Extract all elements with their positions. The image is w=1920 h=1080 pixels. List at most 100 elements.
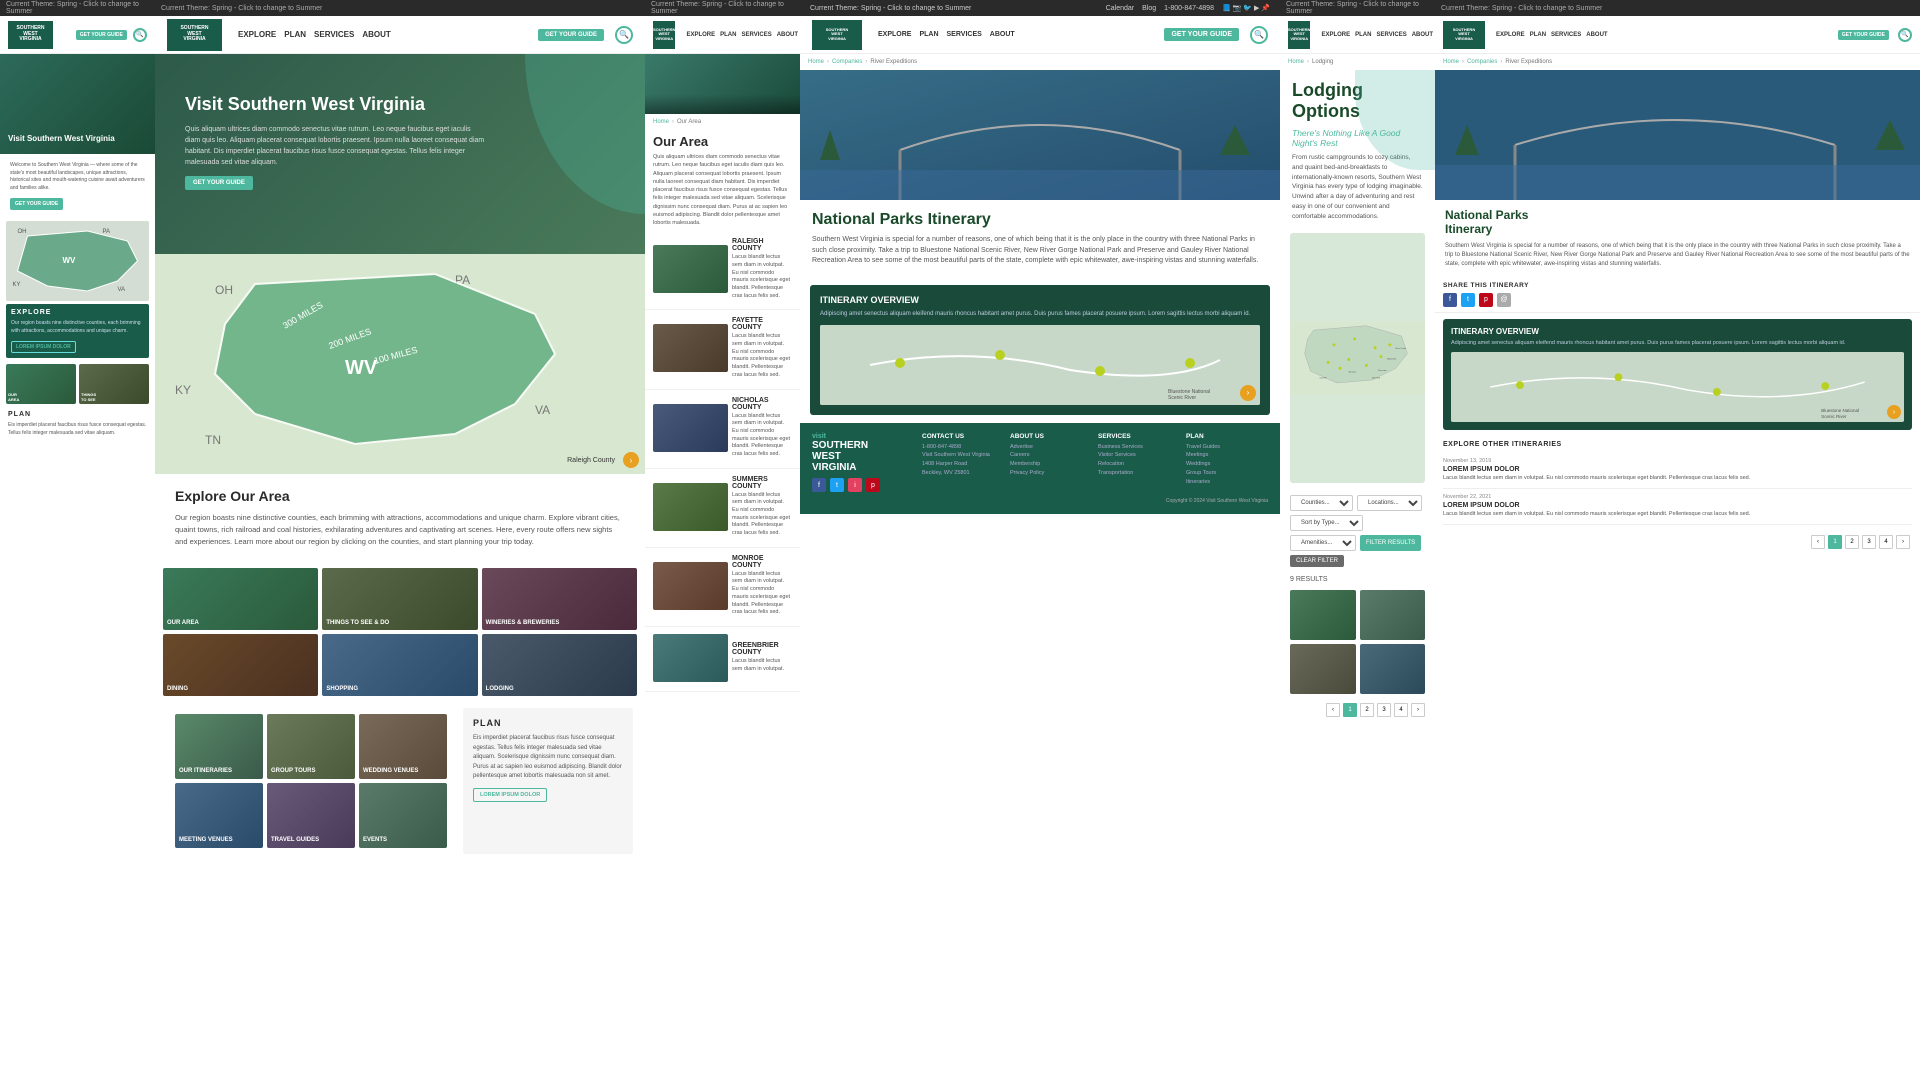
card-wineries-p2[interactable]: WINERIES & BREWERIES bbox=[482, 568, 637, 630]
plan-lorem-btn-p2[interactable]: LOREM IPSUM DOLOR bbox=[473, 788, 547, 802]
footer-fb-icon[interactable]: f bbox=[812, 478, 826, 492]
nav-links-p3: EXPLORE PLAN SERVICES ABOUT bbox=[686, 32, 798, 38]
bottom-card-travel[interactable]: TRAVEL GUIDES bbox=[267, 783, 355, 848]
county-info-raleigh: RALEIGH COUNTY Lacus blandit lectus sem … bbox=[732, 238, 792, 300]
nav-explore-p4[interactable]: EXPLORE bbox=[878, 31, 911, 38]
nav-explore-p3[interactable]: EXPLORE bbox=[686, 32, 715, 38]
amenities-filter[interactable]: Amenities... bbox=[1290, 535, 1356, 551]
county-header-raleigh: RALEIGH COUNTY Lacus blandit lectus sem … bbox=[653, 238, 792, 300]
filter-bar: Counties... Locations... Sort by Type...… bbox=[1280, 489, 1435, 573]
svg-text:Oak Hill: Oak Hill bbox=[1319, 378, 1327, 380]
card-things-p1[interactable]: THINGSTO SEE bbox=[79, 364, 149, 404]
nav-plan-p2[interactable]: PLAN bbox=[284, 30, 306, 39]
footer-tw-icon[interactable]: t bbox=[830, 478, 844, 492]
page-btn-2[interactable]: 2 bbox=[1360, 703, 1374, 717]
nav-about-p2[interactable]: ABOUT bbox=[362, 30, 390, 39]
page-btn-1-p6[interactable]: 1 bbox=[1828, 535, 1842, 549]
county-info-summers: SUMMERS COUNTY Lacus blandit lectus sem … bbox=[732, 476, 792, 538]
nav-services-p6[interactable]: SERVICES bbox=[1551, 32, 1581, 38]
share-pi-p6[interactable]: p bbox=[1479, 293, 1493, 307]
page-next-btn[interactable]: › bbox=[1411, 703, 1425, 717]
footer-p4: visit SOUTHERNWESTVIRGINIA f t i p CONTA… bbox=[800, 423, 1280, 515]
footer-ig-icon[interactable]: i bbox=[848, 478, 862, 492]
lodging-result-1[interactable] bbox=[1290, 590, 1356, 640]
lodging-result-2[interactable] bbox=[1360, 590, 1426, 640]
card-our-area-p2[interactable]: OUR AREA bbox=[163, 568, 318, 630]
page-btn-4-p6[interactable]: 4 bbox=[1879, 535, 1893, 549]
share-tw-p6[interactable]: t bbox=[1461, 293, 1475, 307]
bottom-card-events[interactable]: EVENTS bbox=[359, 783, 447, 848]
county-item-monroe: MONROE COUNTY Lacus blandit lectus sem d… bbox=[645, 548, 800, 627]
panel-lodging: Current Theme: Spring - Click to change … bbox=[1280, 0, 1435, 1080]
search-icon-p1[interactable]: 🔍 bbox=[133, 28, 147, 42]
nav-services-p3[interactable]: SERVICES bbox=[741, 32, 771, 38]
breadcrumb-home-p4[interactable]: Home bbox=[808, 59, 824, 65]
share-em-p6[interactable]: @ bbox=[1497, 293, 1511, 307]
nav-about-p5[interactable]: ABOUT bbox=[1412, 32, 1433, 38]
page-prev-btn-p6[interactable]: ‹ bbox=[1811, 535, 1825, 549]
county-filter[interactable]: Counties... bbox=[1290, 495, 1353, 511]
card-things-p2[interactable]: THINGS TO SEE & DO bbox=[322, 568, 477, 630]
get-guide-btn-p2[interactable]: GET YOUR GUIDE bbox=[538, 29, 604, 41]
filter-results-btn[interactable]: FILTER RESULTS bbox=[1360, 535, 1421, 551]
bottom-card-group[interactable]: GROUP TOURS bbox=[267, 714, 355, 779]
page-btn-3[interactable]: 3 bbox=[1377, 703, 1391, 717]
page-next-btn-p6[interactable]: › bbox=[1896, 535, 1910, 549]
card-dining-p2[interactable]: DINING bbox=[163, 634, 318, 696]
breadcrumb-companies-p6[interactable]: Companies bbox=[1467, 59, 1497, 65]
plan-text-box: PLAN Eis imperdiet placerat faucibus ris… bbox=[463, 708, 633, 854]
np-hero-p4 bbox=[800, 70, 1280, 200]
card-our-area-p1[interactable]: OURAREA bbox=[6, 364, 76, 404]
bottom-card-itineraries[interactable]: OUR ITINERARIES bbox=[175, 714, 263, 779]
hero-guide-btn-p2[interactable]: GET YOUR GUIDE bbox=[185, 176, 253, 190]
nav-services-p4[interactable]: SERVICES bbox=[947, 31, 982, 38]
card-shopping-p2[interactable]: SHOPPING bbox=[322, 634, 477, 696]
explore-other-p6: EXPLORE OTHER ITINERARIES November 13, 2… bbox=[1435, 436, 1920, 529]
nav-plan-p5[interactable]: PLAN bbox=[1355, 32, 1371, 38]
nav-explore-p6[interactable]: EXPLORE bbox=[1496, 32, 1525, 38]
panel-our-area: Current Theme: Spring - Click to change … bbox=[645, 0, 800, 1080]
page-btn-4[interactable]: 4 bbox=[1394, 703, 1408, 717]
breadcrumb-home-p3[interactable]: Home bbox=[653, 119, 669, 125]
page-btn-2-p6[interactable]: 2 bbox=[1845, 535, 1859, 549]
page-btn-1[interactable]: 1 bbox=[1343, 703, 1357, 717]
page-prev-btn[interactable]: ‹ bbox=[1326, 703, 1340, 717]
nav-services-p5[interactable]: SERVICES bbox=[1376, 32, 1406, 38]
nav-about-p3[interactable]: ABOUT bbox=[777, 32, 798, 38]
get-guide-btn-p6[interactable]: GET YOUR GUIDE bbox=[1838, 30, 1889, 40]
breadcrumb-companies-p4[interactable]: Companies bbox=[832, 59, 862, 65]
nav-about-p4[interactable]: ABOUT bbox=[990, 31, 1015, 38]
share-fb-p6[interactable]: f bbox=[1443, 293, 1457, 307]
nav-explore-p2[interactable]: EXPLORE bbox=[238, 30, 276, 39]
breadcrumb-home-p5[interactable]: Home bbox=[1288, 59, 1304, 65]
bottom-card-wedding[interactable]: WEDDING VENUES bbox=[359, 714, 447, 779]
search-icon-p4[interactable]: 🔍 bbox=[1250, 26, 1268, 44]
nav-plan-p3[interactable]: PLAN bbox=[720, 32, 736, 38]
bottom-card-meeting[interactable]: MEETING VENUES bbox=[175, 783, 263, 848]
nav-explore-p5[interactable]: EXPLORE bbox=[1321, 32, 1350, 38]
lorem-btn-p1[interactable]: LOREM IPSUM DOLOR bbox=[11, 341, 76, 353]
lodging-result-4[interactable] bbox=[1360, 644, 1426, 694]
location-filter[interactable]: Locations... bbox=[1357, 495, 1422, 511]
get-guide-btn-p4[interactable]: GET YOUR GUIDE bbox=[1164, 28, 1239, 41]
type-filter[interactable]: Sort by Type... bbox=[1290, 515, 1363, 531]
lodging-result-3[interactable] bbox=[1290, 644, 1356, 694]
nav-about-p6[interactable]: ABOUT bbox=[1586, 32, 1607, 38]
search-icon-p6[interactable]: 🔍 bbox=[1898, 28, 1912, 42]
page-btn-3-p6[interactable]: 3 bbox=[1862, 535, 1876, 549]
nav-plan-p4[interactable]: PLAN bbox=[919, 31, 938, 38]
map-next-btn-p4[interactable]: › bbox=[1240, 385, 1256, 401]
clear-filter-btn[interactable]: CLEAR FILTER bbox=[1290, 555, 1344, 567]
search-icon-p2[interactable]: 🔍 bbox=[615, 26, 633, 44]
nav-plan-p6[interactable]: PLAN bbox=[1530, 32, 1546, 38]
breadcrumb-our-area-p3: Our Area bbox=[677, 119, 701, 125]
breadcrumb-home-p6[interactable]: Home bbox=[1443, 59, 1459, 65]
nav-services-p2[interactable]: SERVICES bbox=[314, 30, 354, 39]
card-lodging-p2[interactable]: LODGING bbox=[482, 634, 637, 696]
county-header-greenbrier: GREENBRIER COUNTY Lacus blandit lectus s… bbox=[653, 634, 792, 682]
get-guide-hero-p1[interactable]: GET YOUR GUIDE bbox=[10, 198, 63, 210]
county-btn-p2[interactable]: › bbox=[623, 452, 639, 468]
footer-pi-icon[interactable]: p bbox=[866, 478, 880, 492]
intro-section-p1: Welcome to Southern West Virginia — wher… bbox=[0, 154, 155, 218]
get-guide-btn-p1[interactable]: GET YOUR GUIDE bbox=[76, 30, 127, 40]
